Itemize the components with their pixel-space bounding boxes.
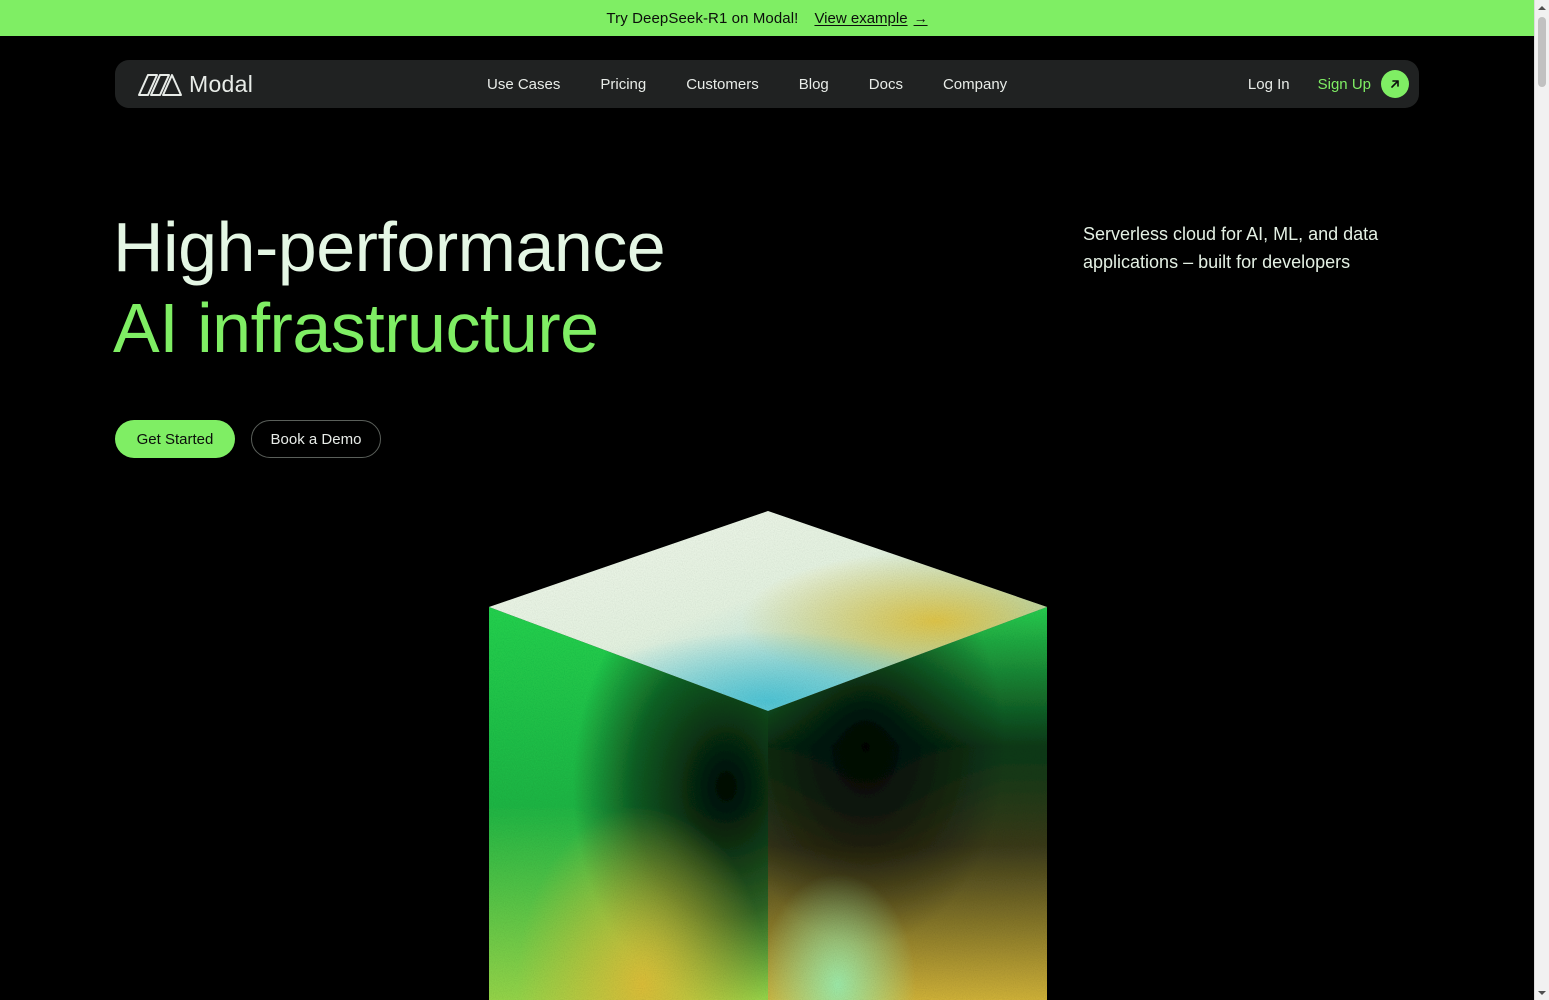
hero-subtitle: Serverless cloud for AI, ML, and data ap… [1083, 224, 1379, 272]
nav-link-blog[interactable]: Blog [799, 76, 829, 93]
nav-links: Use Cases Pricing Customers Blog Docs Co… [487, 60, 1007, 108]
hero-cube-illustration [489, 511, 1047, 1000]
arrow-up-right-icon [1381, 70, 1409, 98]
arrow-right-icon: → [913, 10, 928, 26]
nav-auth: Log In Sign Up [1248, 60, 1409, 108]
page: Try DeepSeek-R1 on Modal! View example →… [0, 0, 1534, 1000]
banner-link-label: View example [814, 9, 908, 27]
signup-button[interactable]: Sign Up [1318, 70, 1409, 98]
nav-link-customers[interactable]: Customers [686, 76, 759, 93]
logo-text: Modal [189, 71, 254, 97]
logo[interactable]: Modal [137, 71, 253, 98]
book-demo-button[interactable]: Book a Demo [251, 420, 381, 458]
banner-view-example-link[interactable]: View example → [814, 10, 927, 27]
nav-link-docs[interactable]: Docs [869, 76, 903, 93]
modal-logo-icon [138, 73, 182, 96]
scrollbar-thumb[interactable] [1538, 17, 1546, 87]
announcement-banner: Try DeepSeek-R1 on Modal! View example → [0, 0, 1534, 36]
hero-title-line1: High-performance [113, 208, 666, 286]
nav-link-company[interactable]: Company [943, 76, 1007, 93]
scroll-up-arrow-icon[interactable] [1535, 0, 1549, 15]
main-nav: Modal Use Cases Pricing Customers Blog D… [115, 60, 1419, 108]
login-link[interactable]: Log In [1248, 76, 1290, 93]
vertical-scrollbar[interactable] [1534, 0, 1549, 1000]
nav-link-pricing[interactable]: Pricing [600, 76, 646, 93]
hero-title-line2: AI infrastructure [113, 289, 599, 367]
get-started-button[interactable]: Get Started [115, 420, 235, 458]
signup-label: Sign Up [1317, 75, 1371, 93]
scroll-down-arrow-icon[interactable] [1535, 985, 1549, 1000]
nav-link-use-cases[interactable]: Use Cases [487, 76, 560, 93]
banner-text: Try DeepSeek-R1 on Modal! [606, 9, 799, 27]
